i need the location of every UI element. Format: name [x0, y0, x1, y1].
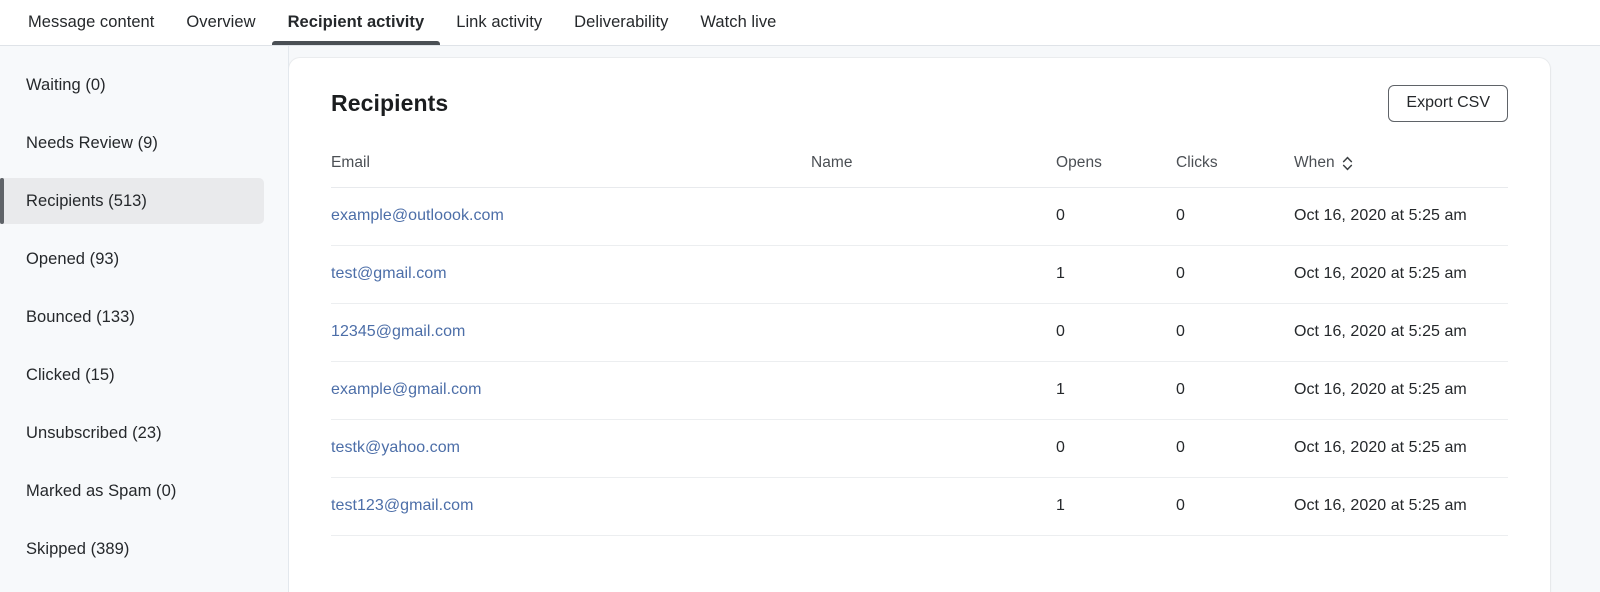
tab-deliverability[interactable]: Deliverability: [558, 0, 684, 45]
cell-name: [811, 477, 1056, 536]
cell-email: test123@gmail.com: [331, 477, 811, 536]
column-header-opens[interactable]: Opens: [1056, 154, 1176, 188]
cell-when: Oct 16, 2020 at 5:25 am: [1294, 187, 1508, 246]
recipient-email-link[interactable]: example@gmail.com: [331, 381, 481, 398]
tab-overview[interactable]: Overview: [170, 0, 271, 45]
table-row: example@outloook.com 0 0 Oct 16, 2020 at 5:…: [331, 187, 1508, 246]
cell-clicks: 0: [1176, 187, 1294, 246]
table-body: example@outloook.com 0 0 Oct 16, 2020 at 5:…: [331, 187, 1508, 536]
table-row: example@gmail.com 1 0 Oct 16, 2020 at 5:25 …: [331, 361, 1508, 420]
recipient-email-link[interactable]: test@gmail.com: [331, 265, 447, 282]
cell-email: example@gmail.com: [331, 361, 811, 420]
recipient-email-link[interactable]: example@outloook.com: [331, 207, 504, 224]
card-header: Recipients Export CSV: [331, 58, 1508, 122]
cell-clicks: 0: [1176, 419, 1294, 478]
tab-recipient-activity[interactable]: Recipient activity: [271, 0, 441, 45]
sidebar-item-waiting[interactable]: Waiting (0): [0, 62, 288, 108]
sidebar-item-skipped[interactable]: Skipped (389): [0, 526, 288, 572]
column-header-name[interactable]: Name: [811, 154, 1056, 188]
table-row: testk@yahoo.com 0 0 Oct 16, 2020 at 5:25 am: [331, 419, 1508, 478]
sidebar-item-needs-review[interactable]: Needs Review (9): [0, 120, 288, 166]
column-header-email[interactable]: Email: [331, 154, 811, 188]
sidebar-item-unsubscribed[interactable]: Unsubscribed (23): [0, 410, 288, 456]
tab-watch-live[interactable]: Watch live: [684, 0, 792, 45]
export-csv-button[interactable]: Export CSV: [1388, 85, 1508, 122]
recipient-email-link[interactable]: test123@gmail.com: [331, 497, 473, 514]
cell-email: testk@yahoo.com: [331, 419, 811, 478]
activity-sidebar: Waiting (0) Needs Review (9) Recipients (5…: [0, 46, 289, 592]
cell-email: test@gmail.com: [331, 245, 811, 304]
cell-clicks: 0: [1176, 361, 1294, 420]
cell-opens: 0: [1056, 187, 1176, 246]
sidebar-item-clicked[interactable]: Clicked (15): [0, 352, 288, 398]
sidebar-item-bounced[interactable]: Bounced (133): [0, 294, 288, 340]
main-content: Recipients Export CSV Email Name Opens C…: [289, 46, 1600, 592]
recipients-card: Recipients Export CSV Email Name Opens C…: [289, 58, 1550, 592]
cell-when: Oct 16, 2020 at 5:25 am: [1294, 361, 1508, 420]
table-row: 12345@gmail.com 0 0 Oct 16, 2020 at 5:25 am: [331, 303, 1508, 362]
table-header-row: Email Name Opens Clicks When: [331, 154, 1508, 188]
cell-opens: 1: [1056, 477, 1176, 536]
cell-opens: 0: [1056, 303, 1176, 362]
sort-updown-icon: [1342, 156, 1353, 171]
recipients-table: Email Name Opens Clicks When example@out…: [331, 154, 1508, 536]
recipient-email-link[interactable]: 12345@gmail.com: [331, 323, 465, 340]
cell-when: Oct 16, 2020 at 5:25 am: [1294, 303, 1508, 362]
column-header-clicks[interactable]: Clicks: [1176, 154, 1294, 188]
cell-clicks: 0: [1176, 303, 1294, 362]
cell-email: example@outloook.com: [331, 187, 811, 246]
cell-clicks: 0: [1176, 477, 1294, 536]
column-header-when-label: When: [1294, 154, 1335, 171]
cell-opens: 1: [1056, 245, 1176, 304]
table-row: test@gmail.com 1 0 Oct 16, 2020 at 5:25 am: [331, 245, 1508, 304]
page-body: Waiting (0) Needs Review (9) Recipients (5…: [0, 46, 1600, 592]
table-header: Email Name Opens Clicks When: [331, 154, 1508, 188]
cell-when: Oct 16, 2020 at 5:25 am: [1294, 245, 1508, 304]
sidebar-item-opened[interactable]: Opened (93): [0, 236, 288, 282]
cell-opens: 1: [1056, 361, 1176, 420]
cell-clicks: 0: [1176, 245, 1294, 304]
sidebar-item-recipients[interactable]: Recipients (513): [0, 178, 264, 224]
sort-when-control[interactable]: When: [1294, 154, 1353, 172]
primary-tab-bar: Message content Overview Recipient activit…: [0, 0, 1600, 46]
cell-name: [811, 361, 1056, 420]
column-header-when[interactable]: When: [1294, 154, 1508, 188]
tab-link-activity[interactable]: Link activity: [440, 0, 558, 45]
cell-email: 12345@gmail.com: [331, 303, 811, 362]
cell-name: [811, 187, 1056, 246]
sidebar-item-marked-as-spam[interactable]: Marked as Spam (0): [0, 468, 288, 514]
tab-message-content[interactable]: Message content: [12, 0, 170, 45]
table-row: test123@gmail.com 1 0 Oct 16, 2020 at 5:25 …: [331, 477, 1508, 536]
cell-when: Oct 16, 2020 at 5:25 am: [1294, 419, 1508, 478]
cell-name: [811, 419, 1056, 478]
cell-name: [811, 303, 1056, 362]
cell-name: [811, 245, 1056, 304]
cell-opens: 0: [1056, 419, 1176, 478]
cell-when: Oct 16, 2020 at 5:25 am: [1294, 477, 1508, 536]
recipient-email-link[interactable]: testk@yahoo.com: [331, 439, 460, 456]
page-title: Recipients: [331, 90, 449, 116]
